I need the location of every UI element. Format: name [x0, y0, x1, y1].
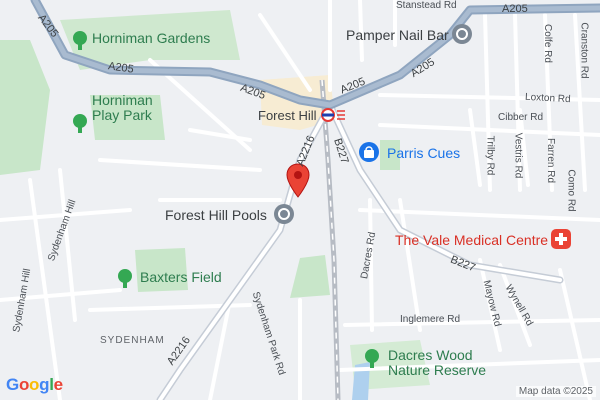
forest-hill-label[interactable]: Forest Hill: [258, 108, 317, 123]
nail-bar-icon[interactable]: [451, 23, 473, 45]
google-logo: Google: [6, 375, 63, 395]
map-attribution[interactable]: Map data ©2025: [515, 386, 596, 397]
street-label: Cibber Rd: [498, 112, 544, 123]
street-label: Colfe Rd: [541, 24, 553, 63]
vale-medical-label[interactable]: The Vale Medical Centre: [395, 232, 548, 248]
street-label: Inglemere Rd: [400, 314, 461, 325]
street-label: Farren Rd: [545, 137, 557, 184]
tree-icon: [73, 31, 379, 368]
sydenham-area-label: SYDENHAM: [100, 335, 165, 346]
street-label: Loxton Rd: [524, 91, 571, 106]
street-label: Cranston Rd: [578, 22, 590, 79]
google-logo-text: Google: [6, 375, 63, 394]
horniman-play-park-label[interactable]: Horniman Play Park: [92, 93, 182, 123]
horniman-gardens-label[interactable]: Horniman Gardens: [92, 31, 210, 46]
shopping-bag-icon[interactable]: [358, 141, 380, 163]
map-view[interactable]: Horniman Gardens Horniman Play Park Fore…: [0, 0, 600, 400]
rail-station-icon[interactable]: [321, 108, 347, 122]
road-label-a205: A205: [502, 3, 528, 15]
street-label: Como Rd: [565, 169, 577, 212]
baxters-field-label[interactable]: Baxters Field: [140, 270, 222, 285]
street-label: Stanstead Rd: [396, 0, 457, 11]
medical-cross-icon[interactable]: [550, 228, 572, 250]
forest-hill-pools-label[interactable]: Forest Hill Pools: [165, 207, 267, 223]
location-pin-icon[interactable]: [285, 163, 311, 199]
dacres-wood-label[interactable]: Dacres Wood Nature Reserve: [388, 348, 488, 378]
parris-cues-label[interactable]: Parris Cues: [387, 145, 460, 161]
pool-icon[interactable]: [273, 203, 295, 225]
street-label: Vestris Rd: [512, 132, 524, 179]
street-label: Trilby Rd: [484, 135, 496, 176]
pamper-nail-bar-label[interactable]: Pamper Nail Bar: [346, 27, 449, 43]
